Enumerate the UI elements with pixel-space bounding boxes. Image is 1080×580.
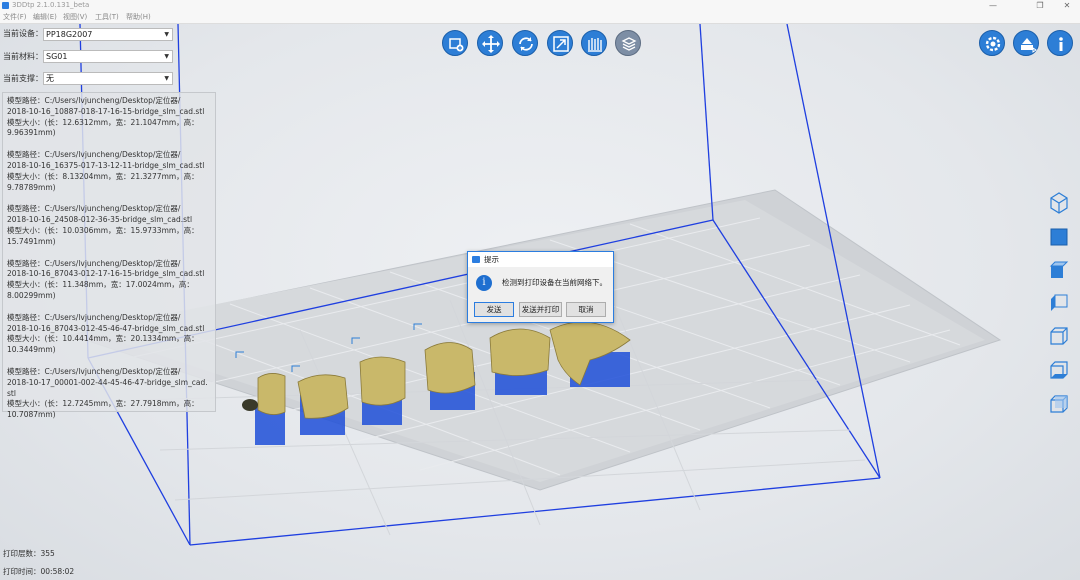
menu-help[interactable]: 帮助(H) bbox=[126, 11, 151, 23]
model-5 bbox=[489, 328, 551, 395]
title-bar: 3DDtp 2.1.0.131_beta — ❐ ✕ bbox=[0, 0, 1080, 11]
model-size: 模型大小：(长：11.348mm，宽：17.0024mm，高： bbox=[7, 280, 194, 290]
move-icon bbox=[482, 35, 500, 53]
model-2 bbox=[297, 374, 349, 435]
restore-button[interactable]: ❐ bbox=[1027, 0, 1053, 11]
model-info-item: 模型路径：C:/Users/lvjuncheng/Desktop/定位器/ 20… bbox=[7, 259, 211, 302]
model-info-item: 模型路径：C:/Users/lvjuncheng/Desktop/定位器/ 20… bbox=[7, 313, 211, 356]
model-file: 2018-10-16_24508-012-36-35-bridge_slm_ca… bbox=[7, 215, 193, 225]
view-back-icon[interactable] bbox=[1047, 392, 1071, 416]
send-button[interactable]: 发送 bbox=[474, 302, 514, 317]
support-icon bbox=[588, 38, 602, 52]
view-front-icon[interactable] bbox=[1047, 225, 1071, 249]
model-file: 2018-10-16_87043-012-17-16-15-bridge_slm… bbox=[7, 269, 205, 279]
material-value: SG01 bbox=[46, 52, 68, 61]
print-time-value: 00:58:02 bbox=[40, 567, 75, 576]
dialog-app-icon bbox=[472, 256, 480, 263]
support-select[interactable]: 无 ▼ bbox=[43, 72, 173, 85]
model-size: 模型大小：(长：12.7245mm，宽：27.7918mm，高： bbox=[7, 399, 199, 409]
print-send-button[interactable] bbox=[1013, 30, 1039, 56]
model-info-item: 模型路径：C:/Users/lvjuncheng/Desktop/定位器/ 20… bbox=[7, 204, 211, 247]
device-value: PP18G2007 bbox=[46, 30, 93, 39]
model-info-panel: 模型路径：C:/Users/lvjuncheng/Desktop/定位器/ 20… bbox=[2, 92, 216, 419]
minimize-button[interactable]: — bbox=[980, 0, 1006, 11]
menu-view[interactable]: 视图(V) bbox=[63, 11, 87, 23]
model-file: 2018-10-16_10887-018-17-16-15-bridge_slm… bbox=[7, 106, 205, 116]
model-height: 10.3449mm) bbox=[7, 345, 56, 355]
close-button[interactable]: ✕ bbox=[1054, 0, 1080, 11]
model-info-item: 模型路径：C:/Users/lvjuncheng/Desktop/定位器/ 20… bbox=[7, 96, 211, 139]
about-button[interactable] bbox=[1047, 30, 1073, 56]
print-time-label: 打印时间： bbox=[3, 567, 41, 576]
move-button[interactable] bbox=[477, 30, 503, 56]
model-path: 模型路径：C:/Users/lvjuncheng/Desktop/定位器/ bbox=[7, 312, 181, 322]
menu-tools[interactable]: 工具(T) bbox=[95, 11, 119, 23]
model-file: 2018-10-16_16375-017-13-12-11-bridge_slm… bbox=[7, 160, 205, 170]
material-label: 当前材料： bbox=[3, 52, 43, 61]
app-logo-icon bbox=[2, 2, 9, 9]
model-height: 10.7087mm) bbox=[7, 410, 56, 420]
support-label: 当前支撑： bbox=[3, 74, 43, 83]
chevron-down-icon: ▼ bbox=[164, 75, 169, 82]
cancel-button[interactable]: 取消 bbox=[566, 302, 606, 317]
notification-dialog: 提示 i 检测到打印设备在当前网络下。 发送 发送并打印 取消 bbox=[467, 251, 614, 323]
support-value: 无 bbox=[46, 74, 54, 83]
dialog-title-bar: 提示 bbox=[468, 252, 613, 267]
model-height: 9.78789mm) bbox=[7, 182, 56, 192]
model-size: 模型大小：(长：10.4414mm，宽：20.1334mm，高： bbox=[7, 334, 199, 344]
info-icon bbox=[1059, 37, 1063, 51]
model-4 bbox=[424, 342, 476, 410]
model-path: 模型路径：C:/Users/lvjuncheng/Desktop/定位器/ bbox=[7, 366, 181, 376]
scale-button[interactable] bbox=[547, 30, 573, 56]
scale-icon bbox=[553, 36, 569, 52]
settings-button[interactable] bbox=[979, 30, 1005, 56]
slice-icon bbox=[621, 37, 637, 51]
model-file: 2018-10-17_00001-002-44-45-46-47-bridge_… bbox=[7, 377, 208, 398]
menu-file[interactable]: 文件(F) bbox=[3, 11, 27, 23]
view-bottom-icon[interactable] bbox=[1047, 358, 1071, 382]
model-path: 模型路径：C:/Users/lvjuncheng/Desktop/定位器/ bbox=[7, 204, 181, 214]
app-title: 3DDtp 2.1.0.131_beta bbox=[12, 1, 90, 9]
add-model-icon bbox=[449, 38, 464, 52]
device-select[interactable]: PP18G2007 ▼ bbox=[43, 28, 173, 41]
rotate-button[interactable] bbox=[512, 30, 538, 56]
rotate-icon bbox=[519, 37, 533, 51]
model-info-item: 模型路径：C:/Users/lvjuncheng/Desktop/定位器/ 20… bbox=[7, 367, 211, 421]
info-icon: i bbox=[476, 275, 492, 291]
view-top-icon[interactable] bbox=[1047, 258, 1071, 282]
model-height: 15.7491mm) bbox=[7, 236, 56, 246]
model-path: 模型路径：C:/Users/lvjuncheng/Desktop/定位器/ bbox=[7, 150, 181, 160]
model-height: 9.96391mm) bbox=[7, 128, 56, 138]
add-model-button[interactable] bbox=[442, 30, 468, 56]
menu-edit[interactable]: 编辑(E) bbox=[33, 11, 57, 23]
menu-bar: 文件(F) 编辑(E) 视图(V) 工具(T) 帮助(H) bbox=[0, 11, 1080, 24]
print-layers-label: 打印层数： bbox=[3, 549, 41, 558]
model-path: 模型路径：C:/Users/lvjuncheng/Desktop/定位器/ bbox=[7, 96, 181, 105]
settings-icon bbox=[985, 36, 1001, 52]
model-file: 2018-10-16_87043-012-45-46-47-bridge_slm… bbox=[7, 323, 205, 333]
print-send-icon bbox=[1021, 38, 1037, 53]
print-layers-value: 355 bbox=[40, 549, 55, 558]
chevron-down-icon: ▼ bbox=[164, 53, 169, 60]
send-and-print-button[interactable]: 发送并打印 bbox=[519, 302, 562, 317]
model-height: 8.00299mm) bbox=[7, 290, 56, 300]
model-3 bbox=[359, 356, 406, 425]
print-time-status: 打印时间：00:58:02 bbox=[3, 566, 74, 577]
view-left-icon[interactable] bbox=[1047, 291, 1071, 315]
model-path: 模型路径：C:/Users/lvjuncheng/Desktop/定位器/ bbox=[7, 258, 181, 268]
dialog-message: 检测到打印设备在当前网络下。 bbox=[502, 278, 607, 287]
dialog-title: 提示 bbox=[484, 255, 499, 264]
model-info-item: 模型路径：C:/Users/lvjuncheng/Desktop/定位器/ 20… bbox=[7, 150, 211, 193]
model-size: 模型大小：(长：8.13204mm，宽：21.3277mm，高： bbox=[7, 171, 199, 181]
chevron-down-icon: ▼ bbox=[164, 31, 169, 38]
view-right-icon[interactable] bbox=[1047, 324, 1071, 348]
material-select[interactable]: SG01 ▼ bbox=[43, 50, 173, 63]
support-button[interactable] bbox=[581, 30, 607, 56]
slice-button[interactable] bbox=[615, 30, 641, 56]
print-layers-status: 打印层数：355 bbox=[3, 548, 55, 559]
model-size: 模型大小：(长：12.6312mm，宽：21.1047mm，高： bbox=[7, 117, 199, 127]
model-size: 模型大小：(长：10.0306mm，宽：15.9733mm，高： bbox=[7, 225, 199, 235]
device-label: 当前设备： bbox=[3, 29, 43, 38]
view-iso-icon[interactable] bbox=[1047, 190, 1071, 214]
